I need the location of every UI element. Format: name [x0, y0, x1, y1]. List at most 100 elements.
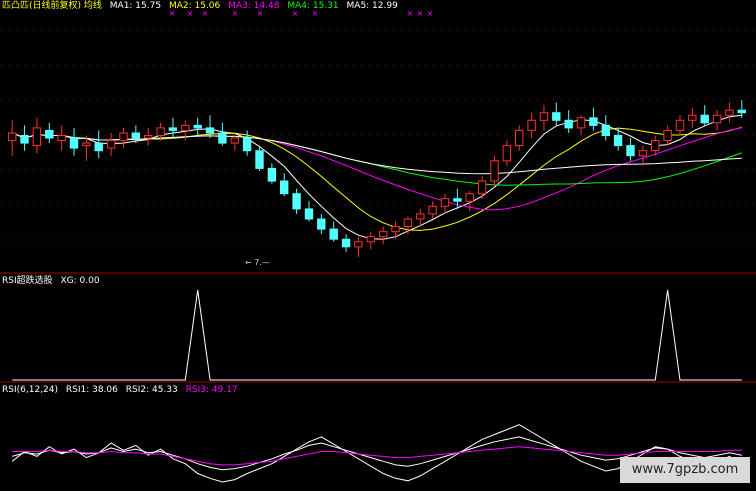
candle-15 — [193, 117, 202, 136]
watermark: www.7gpzb.com — [620, 457, 750, 483]
candle-13 — [168, 117, 178, 139]
signal-marker-8: × — [417, 9, 424, 18]
candle-body-11 — [144, 135, 153, 139]
candle-3 — [45, 122, 54, 144]
candle-body-44 — [552, 112, 561, 121]
candle-body-14 — [181, 124, 190, 132]
candle-body-43 — [539, 112, 549, 121]
candle-39 — [490, 155, 499, 187]
candle-45 — [564, 110, 573, 133]
candle-body-1 — [20, 135, 29, 144]
candle-47 — [589, 107, 598, 131]
candle-body-28 — [354, 241, 363, 248]
candle-17 — [218, 122, 227, 146]
candle-40 — [502, 140, 512, 166]
candle-body-15 — [193, 124, 202, 129]
candle-body-17 — [218, 132, 227, 144]
candle-4 — [57, 125, 66, 151]
rsi-panel-title: RSI(6,12,24) — [2, 385, 58, 395]
xg-panel-header: RSI超跌选股 XG: 0.00 — [2, 276, 105, 287]
candle-34 — [428, 201, 437, 219]
candle-body-9 — [119, 132, 128, 142]
ma5-label: MA5: 12.99 — [346, 1, 398, 11]
candle-21 — [267, 163, 277, 184]
candle-body-33 — [416, 213, 425, 220]
candle-body-35 — [440, 198, 450, 207]
candle-20 — [255, 145, 264, 171]
candle-9 — [119, 127, 128, 149]
candle-body-31 — [391, 226, 400, 233]
candle-55 — [688, 107, 697, 128]
candle-body-5 — [69, 137, 79, 149]
candle-25 — [317, 213, 326, 235]
candle-body-29 — [366, 236, 376, 243]
candle-41 — [515, 125, 524, 151]
candle-5 — [69, 127, 79, 156]
candle-54 — [675, 115, 685, 136]
candle-body-55 — [688, 114, 697, 121]
candle-body-46 — [576, 117, 586, 129]
candle-body-54 — [675, 119, 685, 131]
candle-body-40 — [502, 145, 512, 162]
candle-body-16 — [205, 127, 215, 134]
candle-51 — [638, 145, 648, 166]
candle-body-0 — [8, 132, 17, 142]
signal-marker-9: × — [427, 9, 434, 18]
candle-body-58 — [725, 109, 734, 116]
candle-36 — [453, 188, 462, 209]
candle-29 — [366, 231, 376, 250]
candle-body-49 — [613, 135, 623, 147]
candle-52 — [651, 135, 660, 156]
candle-body-30 — [379, 231, 388, 238]
candle-27 — [341, 234, 351, 252]
xg-value: XG: 0.00 — [60, 276, 100, 286]
candle-body-52 — [651, 140, 660, 152]
candle-body-10 — [131, 132, 141, 139]
candle-35 — [440, 193, 450, 214]
candle-body-41 — [515, 129, 524, 147]
candle-body-12 — [156, 127, 165, 137]
candle-22 — [280, 173, 289, 197]
candle-31 — [391, 221, 400, 240]
candle-body-39 — [490, 160, 499, 182]
candle-body-38 — [477, 180, 487, 195]
ma3-label: MA3: 14.48 — [228, 1, 280, 11]
candle-body-57 — [712, 114, 722, 124]
candle-26 — [329, 221, 338, 242]
ma2-label: MA2: 15.06 — [168, 1, 221, 11]
candle-body-27 — [341, 238, 351, 248]
candle-body-2 — [32, 127, 42, 147]
candle-body-34 — [428, 205, 437, 215]
candle-body-25 — [317, 218, 326, 230]
candle-body-48 — [601, 124, 610, 137]
candle-body-19 — [242, 137, 252, 152]
candle-42 — [527, 112, 536, 139]
candle-body-3 — [45, 129, 54, 139]
price-panel-header: 匹凸匹(日线前复权) 均线 MA1: 15.75 MA2: 15.06 MA3:… — [2, 1, 403, 12]
rsi2-label: RSI2: 45.33 — [125, 385, 178, 395]
candle-body-23 — [292, 193, 301, 210]
candle-50 — [626, 138, 635, 161]
candle-46 — [576, 115, 586, 136]
candle-body-32 — [403, 218, 413, 228]
candle-body-22 — [280, 180, 289, 195]
rsi1-label: RSI1: 38.06 — [65, 385, 118, 395]
candle-56 — [700, 105, 709, 126]
candle-18 — [230, 135, 240, 151]
candle-53 — [663, 125, 672, 146]
rsi-panel-header: RSI(6,12,24) RSI1: 38.06 RSI2: 45.33 RSI… — [2, 385, 243, 396]
candle-44 — [552, 102, 561, 126]
candle-body-59 — [737, 109, 746, 114]
candle-body-4 — [57, 135, 66, 142]
candle-body-20 — [255, 150, 264, 169]
signal-marker-7: × — [407, 9, 414, 18]
chart-canvas: × × × × × × × × × × — [0, 9, 756, 483]
candle-body-24 — [304, 208, 314, 220]
candle-body-42 — [527, 119, 536, 131]
candle-body-8 — [106, 140, 116, 149]
candle-body-56 — [700, 114, 709, 124]
chart-stage: × × × × × × × × × × 匹凸匹(日线前复权) 均线 MA1: 15.75 MA2:… — [0, 0, 756, 487]
candle-body-53 — [663, 129, 672, 141]
candle-58 — [725, 102, 734, 123]
candle-body-21 — [267, 167, 277, 182]
